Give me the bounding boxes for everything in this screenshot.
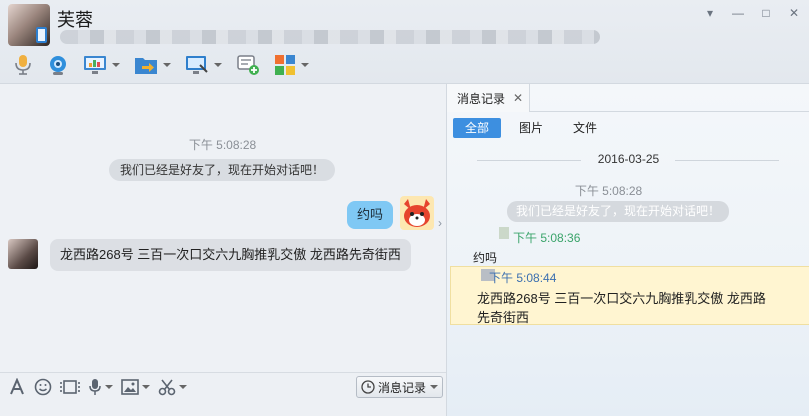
message-history-panel: 消息记录 ✕ 全部 图片 文件 2016-03-25 下午 5:08:28 我们… [446, 84, 809, 416]
apps-button[interactable] [269, 52, 314, 78]
history-system-message: 我们已经是好友了，现在开始对话吧！ [507, 201, 730, 222]
chevron-right-icon: › [438, 216, 442, 230]
collapse-panel-toggle[interactable]: › [434, 205, 446, 241]
history-date-divider: 2016-03-25 [447, 152, 809, 168]
chevron-down-icon[interactable] [163, 63, 171, 67]
emoji-button[interactable] [34, 378, 52, 396]
image-button[interactable] [121, 379, 150, 395]
film-icon [60, 380, 80, 394]
video-call-button[interactable] [42, 52, 74, 78]
video-message-button[interactable] [60, 379, 80, 395]
microphone-icon [89, 379, 101, 395]
filter-files[interactable]: 文件 [561, 118, 609, 138]
history-tab-strip: 消息记录 ✕ [447, 84, 809, 112]
history-peer-message: 龙西路268号 三百一次口交六九胸推乳交傲 龙西路先奇街西 [477, 291, 766, 325]
dropdown-menu-button[interactable]: ▾ [703, 6, 717, 20]
title-bar: 芙蓉 ▾ — □ ✕ [0, 0, 809, 84]
add-chat-icon [237, 55, 259, 75]
filter-all[interactable]: 全部 [453, 118, 502, 138]
create-discussion-button[interactable] [231, 52, 265, 78]
message-history-label: 消息记录 [377, 380, 426, 395]
minimize-button[interactable]: — [731, 6, 745, 20]
history-date: 2016-03-25 [597, 152, 660, 166]
my-avatar[interactable] [400, 196, 434, 230]
fox-avatar-icon [404, 199, 430, 227]
close-button[interactable]: ✕ [787, 6, 801, 20]
chevron-down-icon[interactable] [301, 63, 309, 67]
scissors-icon [158, 379, 176, 396]
history-system-time: 下午 5:08:28 [574, 184, 643, 198]
input-tools [8, 378, 187, 396]
peer-avatar[interactable] [8, 239, 38, 269]
monitor-chart-icon [84, 56, 106, 74]
history-my-message[interactable]: 约吗 [473, 249, 497, 266]
my-message-bubble[interactable]: 约吗 [347, 201, 394, 229]
remote-desktop-button[interactable] [78, 52, 125, 78]
history-my-time: 下午 5:08:36 [513, 231, 581, 245]
contact-signature-blurred [60, 30, 600, 44]
mobile-online-icon [36, 27, 47, 43]
apps-grid-icon [275, 55, 295, 75]
voice-message-button[interactable] [88, 379, 113, 395]
window-controls: ▾ — □ ✕ [703, 6, 801, 20]
contact-avatar[interactable] [8, 4, 50, 46]
chevron-down-icon[interactable] [105, 385, 113, 389]
screenshot-button[interactable] [158, 379, 187, 396]
close-tab-icon[interactable]: ✕ [513, 91, 523, 105]
image-icon [121, 379, 139, 395]
tab-label: 消息记录 [457, 91, 506, 106]
input-toolbar: 消息记录 [0, 372, 446, 416]
message-timestamp: 下午 5:08:28 [188, 138, 257, 152]
font-icon [10, 378, 24, 395]
chevron-down-icon[interactable] [112, 63, 120, 67]
chevron-down-icon[interactable] [179, 385, 187, 389]
webcam-icon [50, 56, 66, 75]
voice-call-button[interactable] [8, 52, 38, 78]
maximize-button[interactable]: □ [759, 6, 773, 20]
system-message: 我们已经是好友了，现在开始对话吧！ [109, 159, 336, 181]
chevron-down-icon[interactable] [142, 385, 150, 389]
screen-share-button[interactable] [180, 52, 227, 78]
history-peer-time: 下午 5:08:44 [489, 271, 557, 285]
filter-images[interactable]: 图片 [507, 118, 555, 138]
chevron-down-icon [430, 385, 438, 389]
message-history-button[interactable]: 消息记录 [355, 376, 443, 398]
toolbar [8, 52, 314, 78]
chevron-down-icon[interactable] [214, 63, 222, 67]
tab-message-history[interactable]: 消息记录 ✕ [447, 84, 530, 112]
clock-icon [361, 380, 375, 394]
font-button[interactable] [8, 378, 26, 395]
smiley-icon [34, 378, 52, 396]
history-peer-entry-highlighted[interactable]: 下午 5:08:44 龙西路268号 三百一次口交六九胸推乳交傲 龙西路先奇街西 [450, 266, 809, 325]
history-my-avatar [499, 227, 509, 239]
microphone-icon [15, 55, 31, 75]
send-file-button[interactable] [129, 52, 176, 78]
contact-name[interactable]: 芙蓉 [57, 6, 93, 32]
screen-share-icon [186, 56, 208, 74]
chat-message-area[interactable]: 下午 5:08:28 我们已经是好友了，现在开始对话吧！ 约吗 龙西路268号 … [0, 84, 445, 372]
peer-message-bubble[interactable]: 龙西路268号 三百一次口交六九胸推乳交傲 龙西路先奇街西 [50, 239, 411, 271]
folder-arrow-icon [135, 58, 157, 74]
history-filters: 全部 图片 文件 [453, 118, 615, 138]
